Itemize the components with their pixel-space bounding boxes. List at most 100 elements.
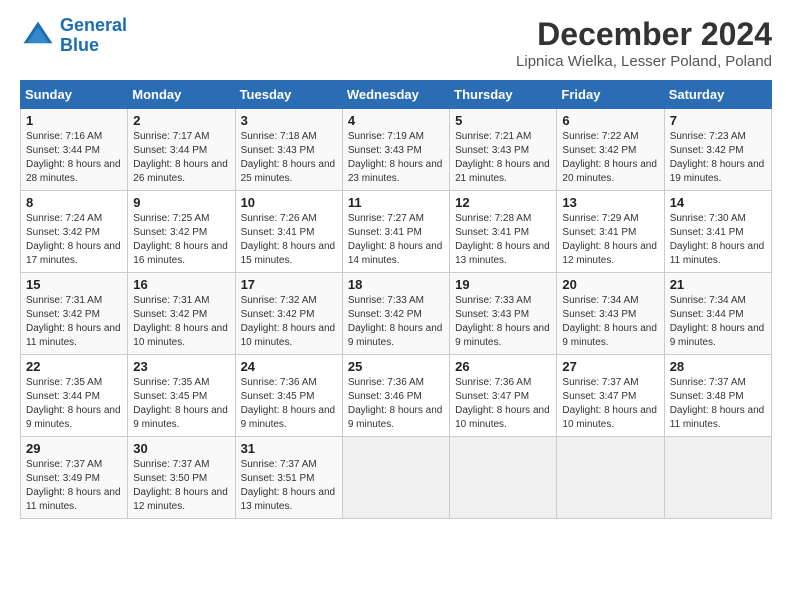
day-info: Sunrise: 7:31 AM Sunset: 3:42 PM Dayligh…	[26, 294, 122, 350]
day-info: Sunrise: 7:37 AM Sunset: 3:49 PM Dayligh…	[26, 458, 122, 514]
day-number: 27	[562, 359, 658, 374]
day-number: 21	[670, 277, 766, 292]
calendar-day-cell: 7Sunrise: 7:23 AM Sunset: 3:42 PM Daylig…	[664, 109, 771, 191]
day-info: Sunrise: 7:24 AM Sunset: 3:42 PM Dayligh…	[26, 212, 122, 268]
day-number: 15	[26, 277, 122, 292]
day-info: Sunrise: 7:34 AM Sunset: 3:44 PM Dayligh…	[670, 294, 766, 350]
day-number: 19	[455, 277, 551, 292]
calendar-day-cell: 19 Sunrise: 7:33 AM Sunset: 3:43 PM Dayli…	[450, 273, 557, 355]
calendar-day-cell: 6Sunrise: 7:22 AM Sunset: 3:42 PM Daylig…	[557, 109, 664, 191]
calendar-day-cell: 29 Sunrise: 7:37 AM Sunset: 3:49 PM Dayli…	[21, 437, 128, 519]
logo: General Blue	[20, 16, 127, 56]
calendar-body: 1Sunrise: 7:16 AM Sunset: 3:44 PM Daylig…	[21, 109, 772, 519]
day-number: 13	[562, 195, 658, 210]
title-area: December 2024 Lipnica Wielka, Lesser Pol…	[516, 16, 772, 70]
day-info: Sunrise: 7:28 AM Sunset: 3:41 PM Dayligh…	[455, 212, 551, 268]
day-info: Sunrise: 7:36 AM Sunset: 3:46 PM Dayligh…	[348, 376, 444, 432]
calendar-day-cell: 28 Sunrise: 7:37 AM Sunset: 3:48 PM Dayli…	[664, 355, 771, 437]
day-number: 5	[455, 113, 551, 128]
calendar-day-cell: 31 Sunrise: 7:37 AM Sunset: 3:51 PM Dayli…	[235, 437, 342, 519]
calendar-day-cell: 13 Sunrise: 7:29 AM Sunset: 3:41 PM Dayli…	[557, 191, 664, 273]
calendar-day-cell: 5Sunrise: 7:21 AM Sunset: 3:43 PM Daylig…	[450, 109, 557, 191]
day-number: 14	[670, 195, 766, 210]
day-number: 30	[133, 441, 229, 456]
weekday-header-cell: Friday	[557, 81, 664, 109]
day-info: Sunrise: 7:23 AM Sunset: 3:42 PM Dayligh…	[670, 130, 766, 186]
day-number: 16	[133, 277, 229, 292]
day-info: Sunrise: 7:37 AM Sunset: 3:50 PM Dayligh…	[133, 458, 229, 514]
calendar-day-cell: 4 Sunrise: 7:19 AM Sunset: 3:43 PM Daylig…	[342, 109, 449, 191]
calendar-day-cell: 11 Sunrise: 7:27 AM Sunset: 3:41 PM Dayli…	[342, 191, 449, 273]
page-header: General Blue December 2024 Lipnica Wielk…	[20, 16, 772, 70]
day-info: Sunrise: 7:36 AM Sunset: 3:47 PM Dayligh…	[455, 376, 551, 432]
calendar-day-cell	[450, 437, 557, 519]
calendar-day-cell: 23 Sunrise: 7:35 AM Sunset: 3:45 PM Dayli…	[128, 355, 235, 437]
day-info: Sunrise: 7:22 AM Sunset: 3:42 PM Dayligh…	[562, 130, 658, 186]
logo-text: General Blue	[60, 16, 127, 56]
day-info: Sunrise: 7:18 AM Sunset: 3:43 PM Dayligh…	[241, 130, 337, 186]
logo-icon	[20, 18, 56, 54]
day-number: 8	[26, 195, 122, 210]
weekday-header-cell: Thursday	[450, 81, 557, 109]
day-info: Sunrise: 7:37 AM Sunset: 3:51 PM Dayligh…	[241, 458, 337, 514]
weekday-header-row: SundayMondayTuesdayWednesdayThursdayFrid…	[21, 81, 772, 109]
day-info: Sunrise: 7:37 AM Sunset: 3:48 PM Dayligh…	[670, 376, 766, 432]
day-info: Sunrise: 7:32 AM Sunset: 3:42 PM Dayligh…	[241, 294, 337, 350]
weekday-header-cell: Sunday	[21, 81, 128, 109]
day-number: 11	[348, 195, 444, 210]
calendar-week-row: 15 Sunrise: 7:31 AM Sunset: 3:42 PM Dayli…	[21, 273, 772, 355]
day-info: Sunrise: 7:19 AM Sunset: 3:43 PM Dayligh…	[348, 130, 444, 186]
location-title: Lipnica Wielka, Lesser Poland, Poland	[516, 53, 772, 70]
day-info: Sunrise: 7:27 AM Sunset: 3:41 PM Dayligh…	[348, 212, 444, 268]
day-info: Sunrise: 7:26 AM Sunset: 3:41 PM Dayligh…	[241, 212, 337, 268]
calendar-day-cell: 26 Sunrise: 7:36 AM Sunset: 3:47 PM Dayli…	[450, 355, 557, 437]
calendar-day-cell: 21 Sunrise: 7:34 AM Sunset: 3:44 PM Dayli…	[664, 273, 771, 355]
day-info: Sunrise: 7:25 AM Sunset: 3:42 PM Dayligh…	[133, 212, 229, 268]
day-number: 3	[241, 113, 337, 128]
day-number: 23	[133, 359, 229, 374]
day-info: Sunrise: 7:29 AM Sunset: 3:41 PM Dayligh…	[562, 212, 658, 268]
day-number: 24	[241, 359, 337, 374]
day-number: 31	[241, 441, 337, 456]
day-number: 29	[26, 441, 122, 456]
calendar-table: SundayMondayTuesdayWednesdayThursdayFrid…	[20, 80, 772, 519]
day-info: Sunrise: 7:33 AM Sunset: 3:42 PM Dayligh…	[348, 294, 444, 350]
day-info: Sunrise: 7:37 AM Sunset: 3:47 PM Dayligh…	[562, 376, 658, 432]
weekday-header-cell: Wednesday	[342, 81, 449, 109]
day-info: Sunrise: 7:34 AM Sunset: 3:43 PM Dayligh…	[562, 294, 658, 350]
day-number: 17	[241, 277, 337, 292]
calendar-day-cell: 24 Sunrise: 7:36 AM Sunset: 3:45 PM Dayli…	[235, 355, 342, 437]
day-number: 2	[133, 113, 229, 128]
day-info: Sunrise: 7:33 AM Sunset: 3:43 PM Dayligh…	[455, 294, 551, 350]
calendar-week-row: 29 Sunrise: 7:37 AM Sunset: 3:49 PM Dayli…	[21, 437, 772, 519]
calendar-day-cell: 15 Sunrise: 7:31 AM Sunset: 3:42 PM Dayli…	[21, 273, 128, 355]
day-info: Sunrise: 7:36 AM Sunset: 3:45 PM Dayligh…	[241, 376, 337, 432]
calendar-day-cell: 27 Sunrise: 7:37 AM Sunset: 3:47 PM Dayli…	[557, 355, 664, 437]
calendar-day-cell: 8 Sunrise: 7:24 AM Sunset: 3:42 PM Daylig…	[21, 191, 128, 273]
calendar-day-cell: 1Sunrise: 7:16 AM Sunset: 3:44 PM Daylig…	[21, 109, 128, 191]
day-number: 1	[26, 113, 122, 128]
day-number: 25	[348, 359, 444, 374]
calendar-day-cell	[557, 437, 664, 519]
calendar-day-cell: 3 Sunrise: 7:18 AM Sunset: 3:43 PM Daylig…	[235, 109, 342, 191]
day-number: 10	[241, 195, 337, 210]
day-number: 26	[455, 359, 551, 374]
calendar-week-row: 1Sunrise: 7:16 AM Sunset: 3:44 PM Daylig…	[21, 109, 772, 191]
day-number: 20	[562, 277, 658, 292]
calendar-day-cell: 22Sunrise: 7:35 AM Sunset: 3:44 PM Dayli…	[21, 355, 128, 437]
calendar-week-row: 8 Sunrise: 7:24 AM Sunset: 3:42 PM Daylig…	[21, 191, 772, 273]
day-info: Sunrise: 7:35 AM Sunset: 3:45 PM Dayligh…	[133, 376, 229, 432]
day-info: Sunrise: 7:17 AM Sunset: 3:44 PM Dayligh…	[133, 130, 229, 186]
weekday-header-cell: Saturday	[664, 81, 771, 109]
calendar-day-cell: 2 Sunrise: 7:17 AM Sunset: 3:44 PM Daylig…	[128, 109, 235, 191]
month-title: December 2024	[516, 16, 772, 53]
day-number: 28	[670, 359, 766, 374]
day-number: 4	[348, 113, 444, 128]
calendar-day-cell: 9Sunrise: 7:25 AM Sunset: 3:42 PM Daylig…	[128, 191, 235, 273]
calendar-day-cell: 25 Sunrise: 7:36 AM Sunset: 3:46 PM Dayli…	[342, 355, 449, 437]
calendar-day-cell: 12Sunrise: 7:28 AM Sunset: 3:41 PM Dayli…	[450, 191, 557, 273]
calendar-day-cell: 16 Sunrise: 7:31 AM Sunset: 3:42 PM Dayli…	[128, 273, 235, 355]
day-info: Sunrise: 7:31 AM Sunset: 3:42 PM Dayligh…	[133, 294, 229, 350]
calendar-week-row: 22Sunrise: 7:35 AM Sunset: 3:44 PM Dayli…	[21, 355, 772, 437]
calendar-day-cell: 17 Sunrise: 7:32 AM Sunset: 3:42 PM Dayli…	[235, 273, 342, 355]
